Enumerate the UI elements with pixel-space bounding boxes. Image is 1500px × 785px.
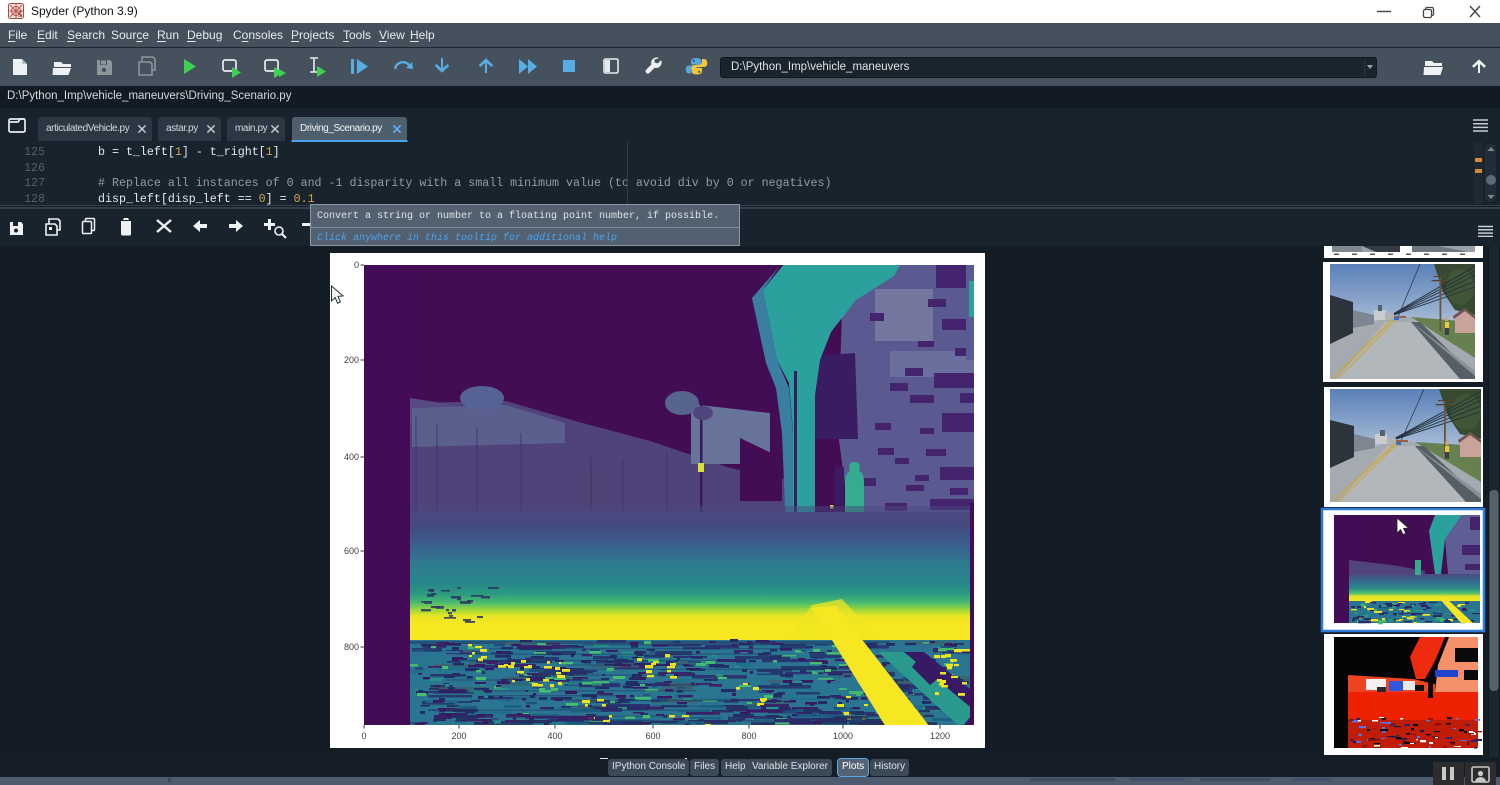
svg-text:600: 600 [344, 546, 359, 556]
svg-text:0: 0 [354, 260, 359, 270]
svg-text:200: 200 [451, 731, 466, 741]
svg-text:400: 400 [344, 452, 359, 462]
svg-text:600: 600 [645, 731, 660, 741]
svg-text:S: S [18, 10, 22, 19]
svg-text:800: 800 [344, 642, 359, 652]
svg-text:0: 0 [361, 731, 366, 741]
svg-text:800: 800 [741, 731, 756, 741]
svg-text:1000: 1000 [833, 731, 853, 741]
svg-text:200: 200 [344, 355, 359, 365]
svg-text:400: 400 [547, 731, 562, 741]
svg-text:1200: 1200 [930, 731, 950, 741]
